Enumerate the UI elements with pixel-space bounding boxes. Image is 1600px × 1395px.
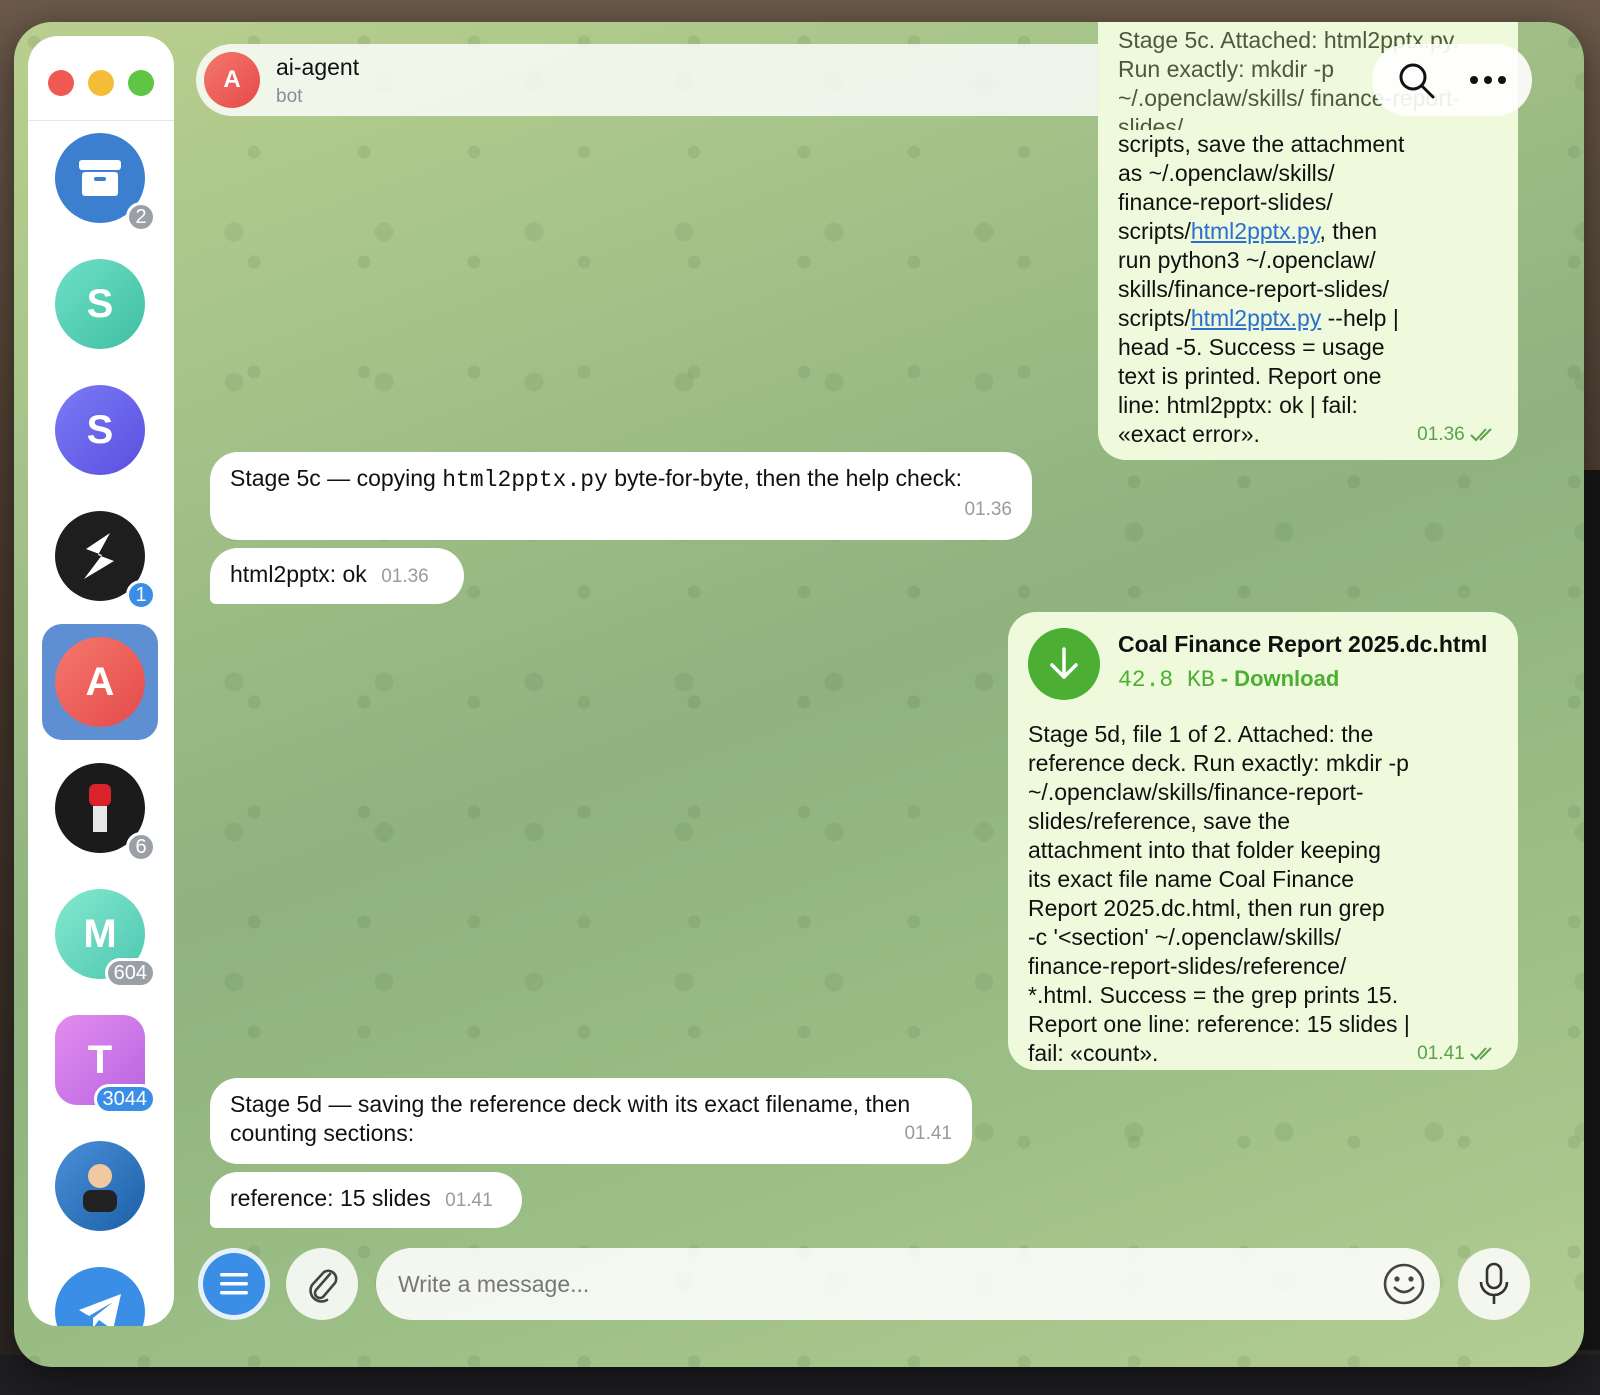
message-time: 01.41	[1417, 1039, 1498, 1068]
telegram-icon	[55, 1267, 145, 1326]
telegram-window: 2 S S 1 A 6 M 604 T 3044 A ai-agent bot …	[14, 22, 1584, 1367]
message-line: its exact file name Coal Finance	[1028, 866, 1354, 892]
bot-menu-button[interactable]	[198, 1248, 270, 1320]
message-line: skills/finance-report-slides/	[1118, 276, 1389, 302]
message-line: ~/.openclaw/skills/finance-report-	[1028, 779, 1364, 805]
sidebar-item-t-chat[interactable]: T 3044	[42, 1002, 158, 1118]
chat-status: bot	[276, 86, 303, 107]
emoji-icon[interactable]	[1382, 1262, 1426, 1306]
sidebar-item-person-chat[interactable]	[42, 1128, 158, 1244]
message-line: counting sections:	[230, 1120, 415, 1146]
message-time: 01.36	[1417, 420, 1498, 449]
header-actions	[1372, 44, 1532, 116]
message-line: *.html. Success = the grep prints 15.	[1028, 982, 1399, 1008]
minimize-window-button[interactable]	[88, 70, 114, 96]
double-check-icon	[1470, 428, 1492, 442]
attach-button[interactable]	[286, 1248, 358, 1320]
chat-avatar[interactable]: A	[204, 52, 260, 108]
person-avatar-icon	[55, 1141, 145, 1231]
incoming-message[interactable]: html2pptx: ok 01.36	[210, 548, 464, 604]
download-icon[interactable]	[1028, 628, 1100, 700]
message-input[interactable]: Write a message...	[376, 1248, 1440, 1320]
file-name[interactable]: Coal Finance Report 2025.dc.html	[1118, 630, 1487, 659]
sidebar-item-s-purple[interactable]: S	[42, 372, 158, 488]
chat-list-sidebar: 2 S S 1 A 6 M 604 T 3044	[28, 36, 174, 1326]
message-line: Stage 5d, file 1 of 2. Attached: the	[1028, 721, 1374, 747]
message-line: «exact error».	[1118, 421, 1260, 447]
message-line: scripts/html2pptx.py --help |	[1118, 305, 1399, 331]
unread-badge: 3044	[93, 1084, 156, 1114]
unread-badge: 6	[126, 832, 156, 862]
message-line: attachment into that folder keeping	[1028, 837, 1381, 863]
unread-badge: 1	[126, 580, 156, 610]
message-line: head -5. Success = usage	[1118, 334, 1385, 360]
message-line: line: html2pptx: ok | fail:	[1118, 392, 1358, 418]
message-line: scripts/html2pptx.py, then	[1118, 218, 1378, 244]
sidebar-item-stripe-dark[interactable]: 1	[42, 498, 158, 614]
message-line: -c '<section' ~/.openclaw/skills/	[1028, 924, 1342, 950]
chat-title: ai-agent	[276, 54, 360, 80]
menu-icon	[203, 1253, 265, 1315]
message-text: html2pptx: ok	[230, 561, 367, 587]
message-time: 01.41	[445, 1190, 493, 1211]
double-check-icon	[1470, 1047, 1492, 1061]
message-input-placeholder: Write a message...	[398, 1270, 590, 1297]
file-size: 42.8 KB	[1118, 667, 1215, 693]
incoming-message[interactable]: Stage 5d — saving the reference deck wit…	[210, 1078, 972, 1164]
message-line: slides/reference, save the	[1028, 808, 1291, 834]
paperclip-icon	[309, 1269, 338, 1303]
message-line: finance-report-slides/	[1118, 189, 1333, 215]
sidebar-item-fist-group[interactable]: 6	[42, 750, 158, 866]
sidebar-item-ai-agent[interactable]: A	[42, 624, 158, 740]
avatar: S	[55, 385, 145, 475]
message-text: Stage 5c — copying html2pptx.py byte-for…	[230, 465, 963, 493]
message-line: Report 2025.dc.html, then run grep	[1028, 895, 1385, 921]
message-line: fail: «count».	[1028, 1040, 1159, 1066]
message-line: scripts, save the attachment	[1118, 131, 1405, 157]
avatar: S	[55, 259, 145, 349]
message-line: run python3 ~/.openclaw/	[1118, 247, 1376, 273]
incoming-message[interactable]: Stage 5c — copying html2pptx.py byte-for…	[210, 452, 1032, 540]
sidebar-item-m-chat[interactable]: M 604	[42, 876, 158, 992]
unread-badge: 604	[104, 958, 156, 988]
unread-badge: 2	[126, 202, 156, 232]
window-controls	[48, 70, 154, 96]
sidebar-item-telegram[interactable]	[42, 1254, 158, 1326]
message-line: text is printed. Report one	[1118, 363, 1382, 389]
message-text: reference: 15 slides	[230, 1185, 431, 1211]
file-meta: 42.8 KB - Download	[1118, 664, 1339, 695]
voice-message-button[interactable]	[1458, 1248, 1530, 1320]
file-link[interactable]: html2pptx.py	[1191, 305, 1321, 331]
zoom-window-button[interactable]	[128, 70, 154, 96]
inline-code: html2pptx.py	[442, 467, 608, 493]
incoming-message[interactable]: reference: 15 slides 01.41	[210, 1172, 522, 1228]
download-link[interactable]: - Download	[1215, 666, 1340, 691]
close-window-button[interactable]	[48, 70, 74, 96]
more-options-icon[interactable]	[1464, 56, 1512, 104]
message-time: 01.41	[904, 1123, 952, 1144]
outgoing-file-message[interactable]: Coal Finance Report 2025.dc.html 42.8 KB…	[1008, 612, 1518, 1070]
microphone-icon	[1479, 1262, 1509, 1304]
search-icon[interactable]	[1392, 56, 1440, 104]
message-time: 01.36	[964, 499, 1012, 520]
file-link[interactable]: html2pptx.py	[1191, 218, 1320, 244]
sidebar-item-s-teal[interactable]: S	[42, 246, 158, 362]
message-time: 01.36	[381, 566, 429, 587]
avatar: A	[55, 637, 145, 727]
message-line: Report one line: reference: 15 slides |	[1028, 1011, 1410, 1037]
message-line: Stage 5d — saving the reference deck wit…	[230, 1091, 911, 1117]
message-line: as ~/.openclaw/skills/	[1118, 160, 1335, 186]
message-line: finance-report-slides/reference/	[1028, 953, 1347, 979]
sidebar-item-archive[interactable]: 2	[42, 120, 158, 236]
message-line: reference deck. Run exactly: mkdir -p	[1028, 750, 1409, 776]
